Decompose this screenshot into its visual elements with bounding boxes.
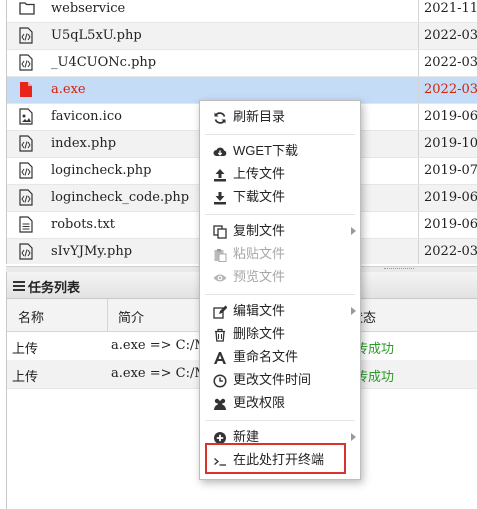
text-file-icon — [19, 216, 33, 233]
file-row[interactable]: webservice 2021-11-14 — [7, 0, 477, 23]
code-file-icon — [19, 54, 33, 71]
file-name: _U4CUONc.php — [51, 55, 157, 70]
file-name: favicon.ico — [51, 109, 122, 124]
submenu-arrow-icon — [351, 307, 356, 315]
copy-icon — [213, 224, 227, 239]
folder-icon — [19, 0, 35, 17]
submenu-arrow-icon — [351, 227, 356, 235]
task-name: 上传 — [12, 341, 39, 356]
trash-icon — [213, 327, 227, 342]
file-name: index.php — [51, 136, 117, 151]
plus-circle-icon — [213, 430, 227, 444]
menu-separator — [205, 294, 355, 295]
submenu-arrow-icon — [351, 433, 356, 441]
eye-icon — [213, 270, 227, 284]
file-date: 2019-10-17 — [418, 131, 477, 157]
file-date: 2022-03-19 — [418, 50, 477, 76]
file-date: 2019-06-20 — [418, 212, 477, 238]
menu-item-copy[interactable]: 复制文件 — [200, 220, 360, 242]
column-divider[interactable] — [107, 299, 108, 331]
file-date: 2019-06-20 — [418, 185, 477, 211]
clock-icon — [213, 373, 227, 388]
menu-item-label: 删除文件 — [233, 326, 286, 341]
task-panel-title: 任务列表 — [28, 280, 81, 295]
menu-separator — [205, 214, 355, 215]
menu-item-label: 重命名文件 — [233, 349, 299, 364]
file-date: 2022-03-19 — [418, 23, 477, 49]
menu-item-label: 更改文件时间 — [233, 372, 312, 387]
menu-item-upload[interactable]: 上传文件 — [200, 163, 360, 185]
menu-item-label: 编辑文件 — [233, 303, 286, 318]
menu-item-refresh[interactable]: 刷新目录 — [200, 106, 360, 128]
menu-item-download[interactable]: 下载文件 — [200, 186, 360, 208]
file-name: logincheck_code.php — [51, 190, 190, 205]
file-name: robots.txt — [51, 217, 115, 232]
menu-item-preview[interactable]: 预览文件 — [200, 266, 360, 288]
list-icon — [13, 280, 25, 291]
file-date: 2022-03-19 — [418, 239, 477, 264]
menu-separator — [205, 420, 355, 421]
menu-item-change-time[interactable]: 更改文件时间 — [200, 369, 360, 391]
menu-item-label: 上传文件 — [233, 166, 286, 181]
menu-item-label: WGET下载 — [233, 143, 298, 158]
file-date: 2021-11-14 — [418, 0, 477, 22]
upload-icon — [213, 167, 227, 182]
file-date: 2019-06-20 — [418, 104, 477, 130]
menu-item-delete[interactable]: 删除文件 — [200, 323, 360, 345]
file-row[interactable]: U5qL5xU.php 2022-03-19 — [7, 23, 477, 50]
file-name: a.exe — [51, 82, 86, 97]
download-icon — [213, 190, 227, 205]
code-file-icon — [19, 243, 33, 260]
code-file-icon — [19, 189, 33, 206]
task-name: 上传 — [12, 369, 39, 384]
menu-item-label: 刷新目录 — [233, 109, 286, 124]
file-name: webservice — [51, 1, 126, 16]
menu-item-paste[interactable]: 粘贴文件 — [200, 243, 360, 265]
edit-icon — [213, 304, 228, 319]
code-file-icon — [19, 27, 33, 44]
menu-item-label: 粘贴文件 — [233, 246, 286, 261]
font-icon — [213, 350, 227, 364]
file-name: sIvYJMy.php — [51, 244, 133, 259]
menu-item-label: 预览文件 — [233, 269, 286, 284]
refresh-icon — [213, 110, 227, 124]
cloud-download-icon — [213, 144, 227, 158]
exe-file-icon — [19, 81, 33, 98]
context-menu: 刷新目录 WGET下载 上传文件 下载文件 复制文件 粘贴文件 预览文件 编辑文… — [199, 100, 361, 480]
menu-item-rename[interactable]: 重命名文件 — [200, 346, 360, 368]
code-file-icon — [19, 162, 33, 179]
menu-item-label: 下载文件 — [233, 189, 286, 204]
users-icon — [213, 396, 227, 410]
highlight-box — [205, 443, 346, 474]
menu-item-edit[interactable]: 编辑文件 — [200, 300, 360, 322]
file-date: 2022-03-19 — [418, 77, 477, 103]
menu-separator — [205, 134, 355, 135]
image-file-icon — [19, 108, 33, 125]
splitter-grip[interactable] — [384, 268, 414, 271]
file-name: U5qL5xU.php — [51, 28, 142, 43]
paste-icon — [213, 247, 227, 262]
menu-item-wget[interactable]: WGET下载 — [200, 140, 360, 162]
file-date: 2019-07-05 — [418, 158, 477, 184]
menu-item-permissions[interactable]: 更改权限 — [200, 392, 360, 414]
code-file-icon — [19, 135, 33, 152]
column-header-summary[interactable]: 简介 — [118, 307, 144, 326]
column-header-name[interactable]: 名称 — [18, 307, 44, 326]
file-name: logincheck.php — [51, 163, 152, 178]
menu-item-label: 更改权限 — [233, 395, 286, 410]
file-row[interactable]: _U4CUONc.php 2022-03-19 — [7, 50, 477, 77]
menu-item-label: 复制文件 — [233, 223, 286, 238]
